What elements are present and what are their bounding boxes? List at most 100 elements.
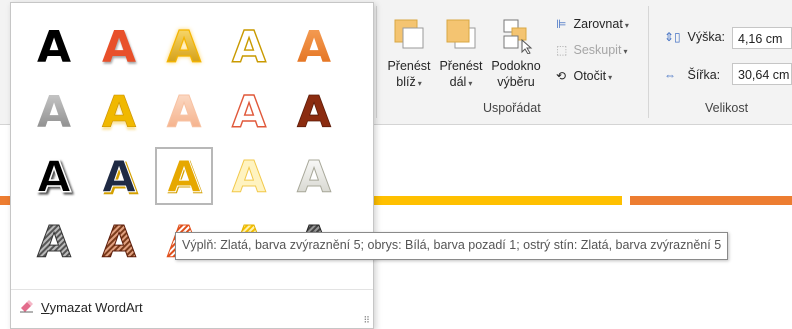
wordart-style-coral-outline[interactable]: A	[220, 82, 278, 140]
svg-text:A: A	[297, 22, 331, 71]
selection-pane-icon	[503, 19, 533, 54]
decorative-line	[630, 196, 792, 205]
clear-wordart-label: ymazat WordArt	[49, 299, 143, 315]
wordart-sample-glyph: A	[166, 87, 201, 137]
wordart-sample-glyph: A	[297, 87, 332, 136]
svg-text:A: A	[102, 87, 136, 136]
align-icon: ⊫	[556, 17, 567, 31]
wordart-sample-glyph: A	[36, 151, 72, 201]
bring-forward-icon	[394, 19, 424, 49]
group-icon: ⬚	[556, 43, 568, 57]
wordart-sample-glyph: A	[101, 217, 136, 267]
wordart-style-black-white-glow[interactable]: A	[25, 147, 83, 205]
svg-text:A: A	[167, 22, 201, 71]
chevron-down-icon: ▾	[624, 21, 629, 30]
wordart-style-orange-gradient[interactable]: A	[285, 17, 343, 75]
eraser-icon	[19, 299, 41, 316]
width-input[interactable]: 30,64 cm	[732, 63, 792, 85]
width-label: Šířka:	[687, 68, 721, 82]
wordart-sample-glyph: A	[101, 152, 136, 202]
wordart-style-white-silver[interactable]: A	[285, 147, 343, 205]
height-icon: ⇕▯	[664, 30, 681, 44]
svg-text:A: A	[297, 87, 331, 136]
width-icon: ⇔	[664, 68, 676, 82]
group-label: Seskupit	[573, 43, 622, 57]
send-backward-label-2: dál	[449, 75, 467, 89]
wordart-style-gold-reflection[interactable]: A	[90, 82, 148, 140]
rotate-icon: ⟲	[556, 69, 567, 83]
wordart-style-tooltip: Výplň: Zlatá, barva zvýraznění 5; obrys:…	[175, 232, 729, 260]
wordart-style-gray-gradient[interactable]: A	[25, 82, 83, 140]
clear-wordart-menu-item[interactable]: Vymazat WordArt	[19, 296, 143, 318]
clear-wordart-accesskey: V	[41, 299, 50, 315]
wordart-style-plain-black[interactable]: A	[25, 17, 83, 75]
resize-grip-icon[interactable]: ⠿	[363, 315, 370, 326]
selection-pane-label: Podokno	[491, 59, 541, 73]
wordart-sample-glyph: A	[231, 86, 266, 136]
chevron-down-icon: ▾	[623, 47, 628, 56]
wordart-style-gold-selected[interactable]: A	[155, 147, 213, 205]
bring-forward-button[interactable]: Přenést blíž ▾	[384, 18, 434, 92]
svg-text:A: A	[102, 152, 136, 201]
decorative-line	[372, 196, 622, 205]
chevron-down-icon: ▾	[468, 79, 473, 88]
wordart-gallery: AAAAAAAAAAAAAAAAAAAA Vymazat WordArt ⠿	[10, 2, 374, 329]
wordart-sample-glyph: A	[297, 22, 331, 71]
selection-pane-button[interactable]: Podokno výběru	[488, 18, 544, 90]
height-label-wrap: ⇕▯ Výška:	[664, 30, 725, 44]
svg-text:A: A	[232, 22, 266, 71]
wordart-style-orange-shadow[interactable]: A	[90, 17, 148, 75]
wordart-sample-glyph: A	[296, 152, 331, 202]
wordart-style-brown-pattern[interactable]: A	[90, 212, 148, 270]
group-button[interactable]: ⬚ Seskupit ▾	[556, 43, 627, 57]
chevron-down-icon: ▾	[608, 73, 613, 82]
svg-text:A: A	[232, 152, 266, 201]
wordart-style-brown-bevel[interactable]: A	[285, 82, 343, 140]
align-button[interactable]: ⊫ Zarovnat ▾	[556, 17, 629, 31]
send-backward-icon	[446, 19, 476, 49]
arrange-group-label: Uspořádat	[483, 101, 541, 115]
width-label-wrap: ⇔ Šířka:	[664, 68, 720, 82]
align-label: Zarovnat	[573, 17, 623, 31]
ribbon-separator	[376, 6, 377, 118]
wordart-sample-glyph: A	[102, 87, 137, 136]
wordart-style-gold-outline-light[interactable]: A	[220, 17, 278, 75]
size-group-label: Velikost	[705, 101, 749, 115]
bring-forward-label-2: blíž	[396, 75, 416, 89]
rotate-button[interactable]: ⟲ Otočit ▾	[556, 69, 612, 83]
wordart-style-gold-outline[interactable]: A	[155, 17, 213, 75]
wordart-style-dark-blue-gold[interactable]: A	[90, 147, 148, 205]
ribbon-separator	[648, 6, 649, 118]
svg-text:A: A	[297, 152, 331, 201]
wordart-sample-glyph: A	[37, 22, 71, 71]
svg-text:A: A	[37, 217, 71, 266]
height-input[interactable]: 4,16 cm	[732, 27, 792, 49]
send-backward-label: Přenést	[439, 59, 483, 73]
wordart-sample-glyph: A	[166, 21, 201, 71]
send-backward-button[interactable]: Přenést dál ▾	[436, 18, 486, 92]
wordart-sample-glyph: A	[166, 152, 201, 202]
wordart-style-pale-gold[interactable]: A	[220, 147, 278, 205]
wordart-sample-glyph: A	[231, 152, 266, 202]
svg-text:A: A	[167, 152, 201, 201]
decorative-line	[0, 196, 10, 205]
gallery-separator	[11, 289, 373, 290]
wordart-style-peach-outline[interactable]: A	[155, 82, 213, 140]
svg-text:A: A	[102, 22, 136, 71]
svg-text:A: A	[232, 87, 266, 136]
selection-pane-label-2: výběru	[497, 75, 535, 89]
svg-text:A: A	[102, 217, 136, 266]
svg-text:A: A	[37, 87, 71, 136]
bring-forward-label: Přenést	[387, 59, 431, 73]
wordart-sample-glyph: A	[231, 21, 266, 71]
wordart-sample-glyph: A	[102, 22, 136, 71]
height-label: Výška:	[687, 30, 725, 44]
wordart-sample-glyph: A	[36, 217, 71, 267]
wordart-sample-glyph: A	[37, 87, 71, 136]
rotate-label: Otočit	[573, 69, 607, 83]
chevron-down-icon: ▾	[417, 79, 422, 88]
svg-text:A: A	[37, 152, 71, 201]
wordart-style-gray-pattern[interactable]: A	[25, 212, 83, 270]
svg-text:A: A	[167, 87, 201, 136]
svg-text:A: A	[37, 22, 71, 71]
